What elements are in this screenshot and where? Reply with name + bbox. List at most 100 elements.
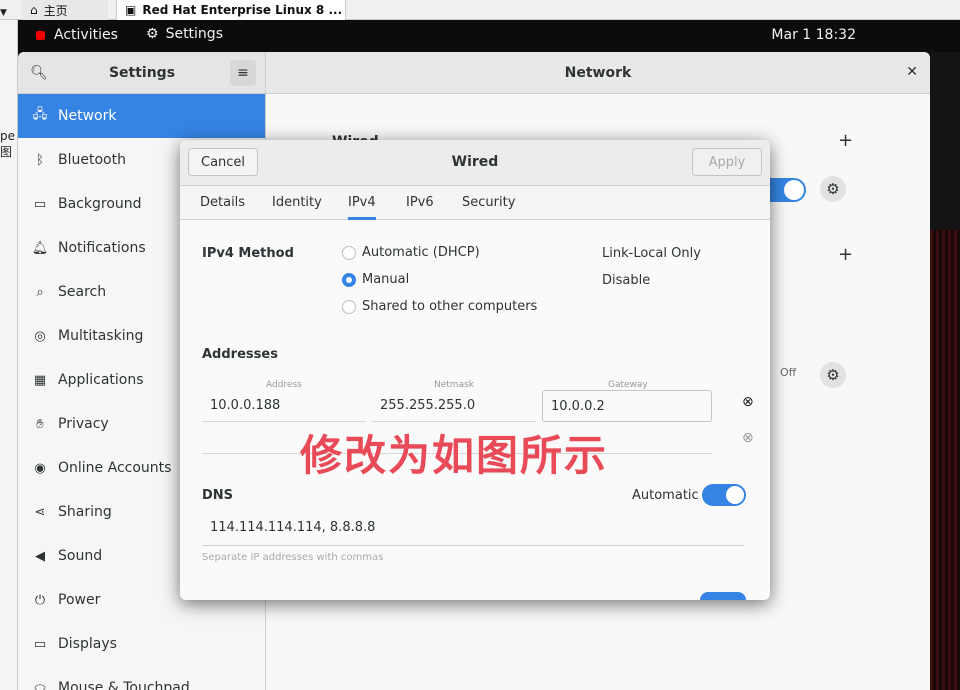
main-header: Network ✕ (266, 52, 930, 94)
column-header-address: Address (266, 380, 302, 390)
dns-automatic-label: Automatic (632, 488, 699, 503)
ipv4-page: IPv4 Method Automatic (DHCP) Manual Shar… (180, 220, 770, 600)
dialog-tabs: Details Identity IPv4 IPv6 Security (180, 186, 770, 220)
power-icon: ⏻︎ (34, 592, 46, 608)
gear-icon: ⚙ (146, 26, 159, 42)
radio-manual[interactable] (342, 272, 356, 287)
host-tab-home[interactable]: ⌂ 主页 (22, 0, 108, 20)
apply-button[interactable]: Apply (692, 148, 762, 176)
wired-settings-button[interactable]: ⚙ (820, 176, 846, 202)
menu-button[interactable]: ≡ (230, 60, 256, 86)
annotation-overlay: 修改为如图所示 (300, 431, 609, 480)
activities-label: Activities (54, 27, 118, 43)
sidebar-item-label: Applications (58, 372, 144, 388)
share-icon: ⋖ (34, 504, 46, 520)
sidebar-item-label: Power (58, 592, 101, 608)
clock[interactable]: Mar 1 18:32 (771, 27, 856, 43)
method-manual-option[interactable]: Manual (342, 272, 409, 287)
sidebar-item-network[interactable]: 🖧 Network (18, 94, 265, 138)
close-button[interactable]: ✕ (906, 64, 918, 80)
gear-icon: ⚙ (826, 180, 840, 198)
sidebar-item-mouse-touchpad[interactable]: ⬭ Mouse & Touchpad (18, 666, 265, 690)
sidebar-item-label: Search (58, 284, 107, 300)
routes-automatic-toggle[interactable] (700, 592, 746, 600)
host-tab-strip: ▼ ⌂ 主页 ▣ Red Hat Enterprise Linux 8 ... (0, 0, 960, 20)
sidebar-item-label: Notifications (58, 240, 146, 256)
sidebar-item-label: Bluetooth (58, 152, 126, 168)
tab-ipv6[interactable]: IPv6 (406, 186, 434, 220)
network-icon: 🖧 (32, 107, 48, 122)
gateway-field[interactable]: 10.0.0.2 (542, 390, 712, 422)
column-header-gateway: Gateway (608, 380, 648, 390)
add-vpn-button[interactable]: + (838, 244, 853, 265)
tab-details[interactable]: Details (200, 186, 245, 220)
home-icon: ⌂ (30, 3, 38, 17)
proxy-status: Off (780, 366, 797, 379)
method-manual-label: Manual (362, 272, 410, 287)
sidebar-item-label: Sound (58, 548, 103, 564)
sidebar-item-label: Network (58, 108, 117, 124)
hamburger-icon: ≡ (237, 65, 249, 81)
method-shared-label: Shared to other computers (362, 299, 538, 314)
column-header-netmask: Netmask (434, 380, 474, 390)
netmask-field[interactable]: 255.255.255.0 (372, 390, 536, 422)
radio-shared[interactable] (342, 299, 356, 314)
wired-dialog: Cancel Wired Apply Details Identity IPv4… (180, 140, 770, 600)
method-disable-option[interactable]: Disable (602, 273, 650, 288)
grid-icon: ▦ (33, 372, 47, 388)
dns-label: DNS (202, 488, 234, 503)
method-shared-option[interactable]: Shared to other computers (342, 299, 537, 314)
tab-security[interactable]: Security (462, 186, 515, 220)
dialog-header: Cancel Wired Apply (180, 140, 770, 186)
host-side-text: pe 图 (0, 129, 15, 159)
host-tab-label: 主页 (43, 3, 68, 18)
redhat-icon (36, 30, 45, 40)
tab-ipv4[interactable]: IPv4 (348, 186, 376, 220)
sidebar-title: Settings (108, 65, 176, 81)
dialog-title: Wired (451, 154, 499, 170)
method-automatic-label: Automatic (DHCP) (362, 245, 480, 260)
proxy-settings-button[interactable]: ⚙ (820, 362, 846, 388)
vm-icon: ▣ (125, 3, 137, 17)
hand-icon: ✋︎ (36, 416, 44, 432)
remove-icon: ⊗ (742, 394, 754, 410)
mouse-icon: ⬭ (34, 680, 46, 690)
search-icon: ⌕ (36, 284, 44, 300)
activities-button[interactable]: Activities (36, 27, 118, 43)
method-automatic-option[interactable]: Automatic (DHCP) (342, 245, 480, 260)
background-icon: ▭ (33, 196, 47, 212)
gnome-top-bar: Activities ⚙ Settings Mar 1 18:32 (18, 20, 960, 52)
dns-automatic-toggle[interactable] (702, 484, 746, 506)
online-accounts-icon: ◉ (34, 460, 46, 476)
delete-address-button[interactable]: ⊗ (742, 394, 754, 410)
add-connection-button[interactable]: + (838, 130, 853, 151)
radio-automatic[interactable] (342, 245, 356, 260)
gear-icon: ⚙ (826, 366, 840, 384)
addresses-label: Addresses (202, 347, 278, 362)
sidebar-item-label: Multitasking (58, 328, 144, 344)
delete-address-button-disabled[interactable]: ⊗ (742, 430, 754, 446)
ipv4-method-label: IPv4 Method (202, 246, 294, 261)
sidebar-item-label: Online Accounts (58, 460, 172, 476)
host-left-panel: pe 图 (0, 20, 18, 690)
address-field[interactable]: 10.0.0.188 (202, 390, 366, 422)
bell-icon: 🔔︎ (31, 240, 49, 256)
sidebar-item-label: Background (58, 196, 142, 212)
dns-hint: Separate IP addresses with commas (202, 552, 384, 563)
sidebar-item-displays[interactable]: ▭ Displays (18, 622, 265, 666)
tab-identity[interactable]: Identity (272, 186, 322, 220)
method-link-local-option[interactable]: Link-Local Only (602, 246, 701, 261)
remove-icon: ⊗ (742, 430, 754, 446)
display-icon: ▭ (33, 636, 47, 652)
app-menu-label: Settings (165, 26, 223, 42)
wallpaper-edge (930, 230, 960, 690)
multitasking-icon: ◎ (34, 328, 46, 344)
sidebar-item-label: Mouse & Touchpad (58, 680, 190, 690)
host-tab-vm[interactable]: ▣ Red Hat Enterprise Linux 8 ... (116, 0, 346, 20)
app-menu-button[interactable]: ⚙ Settings (146, 26, 223, 42)
bluetooth-icon: ᛒ (36, 152, 44, 168)
close-icon: ✕ (906, 64, 918, 80)
dns-field[interactable]: 114.114.114.114, 8.8.8.8 (202, 512, 744, 546)
sidebar-item-label: Sharing (58, 504, 112, 520)
host-tab-label: Red Hat Enterprise Linux 8 ... (142, 3, 343, 17)
